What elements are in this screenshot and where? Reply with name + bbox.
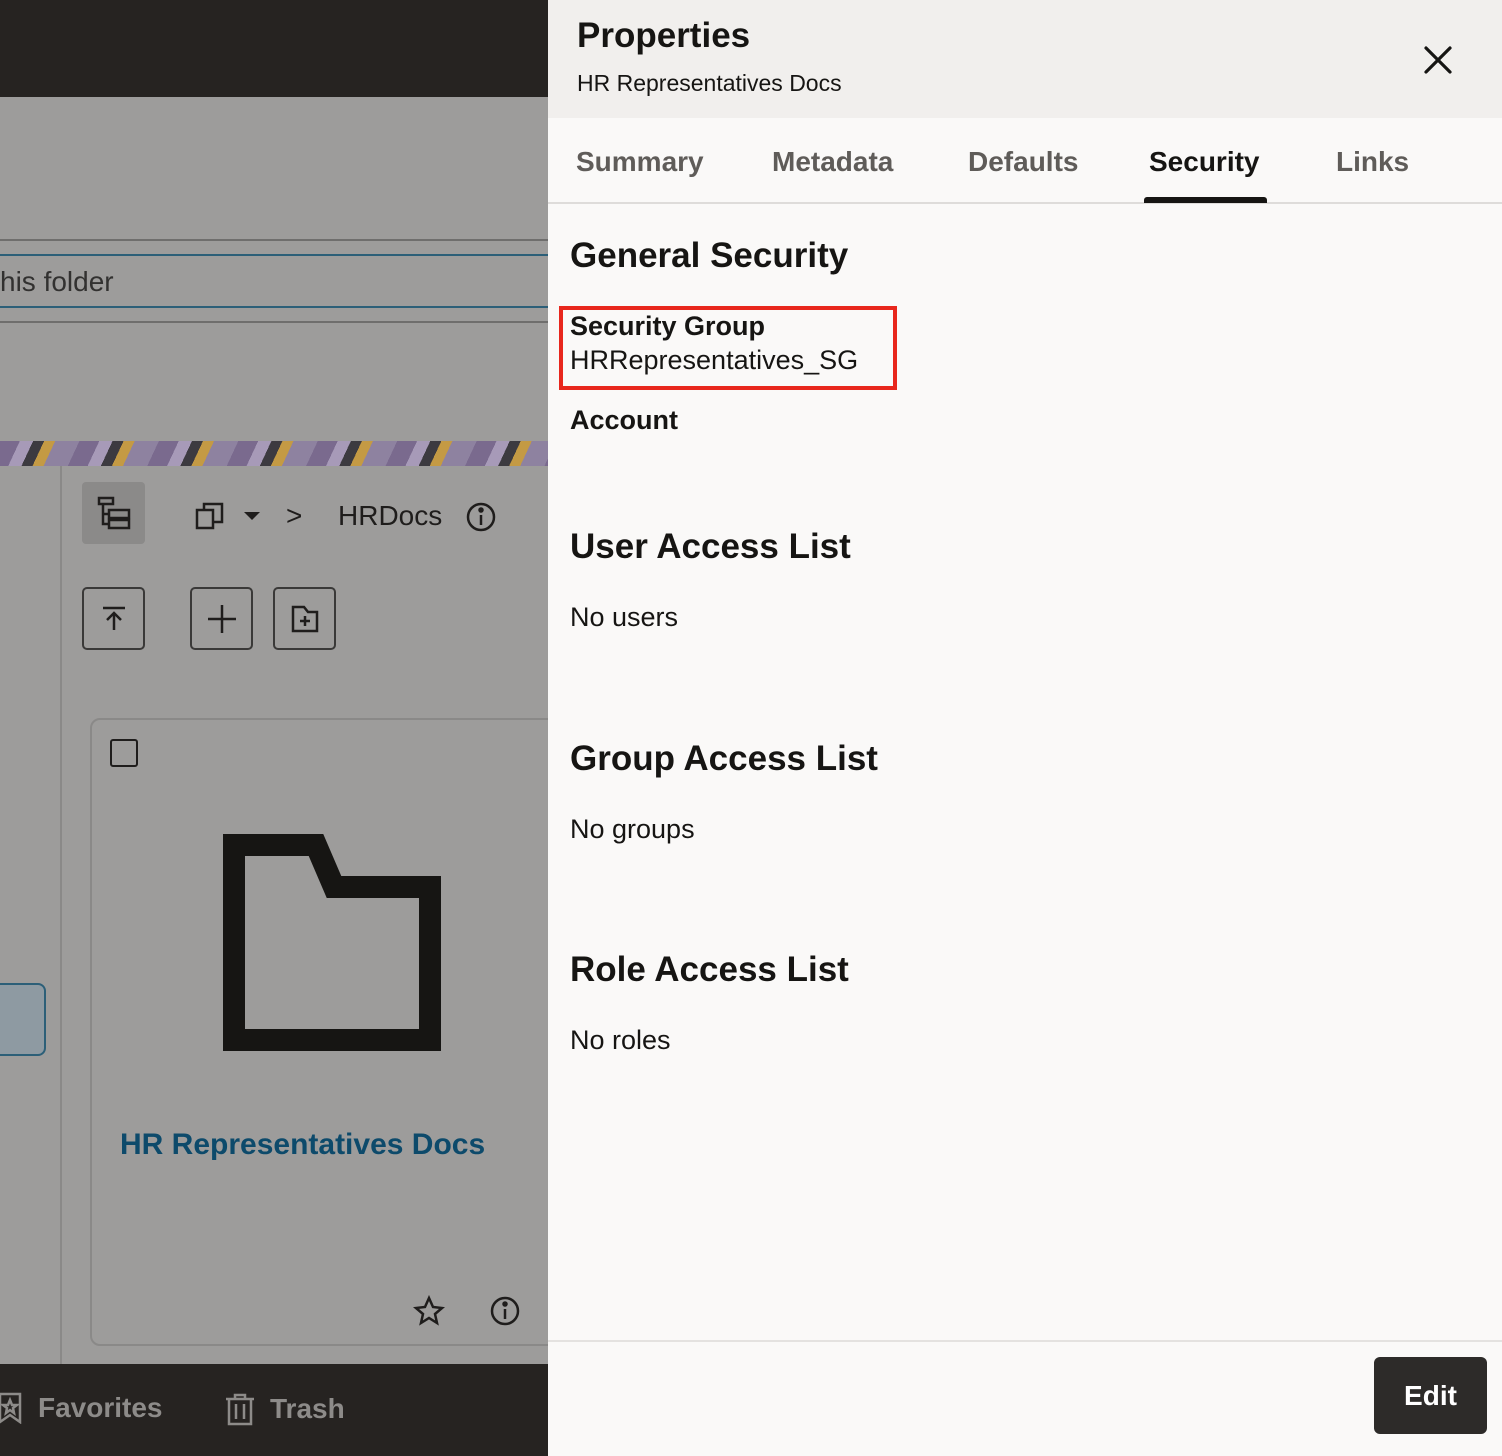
divider — [0, 321, 548, 323]
tree-icon — [97, 496, 130, 530]
side-panel-button[interactable] — [0, 983, 46, 1056]
panel-header: Properties HR Representatives Docs — [548, 0, 1502, 118]
add-button[interactable] — [190, 587, 253, 650]
divider — [0, 239, 548, 241]
user-access-empty: No users — [570, 602, 679, 632]
folder-card-checkbox[interactable] — [110, 739, 138, 767]
tab-metadata[interactable]: Metadata — [772, 146, 893, 178]
copy-icon[interactable] — [192, 498, 228, 534]
active-tab-indicator — [1144, 197, 1267, 203]
decorative-banner — [0, 441, 548, 466]
bottom-nav-trash[interactable]: Trash — [224, 1392, 345, 1426]
security-group-value: HRRepresentatives_SG — [570, 345, 859, 375]
role-access-heading: Role Access List — [570, 950, 849, 989]
panel-subtitle: HR Representatives Docs — [577, 70, 842, 96]
account-label: Account — [570, 405, 678, 435]
info-icon[interactable] — [464, 500, 498, 534]
properties-panel: Properties HR Representatives Docs Summa… — [548, 0, 1502, 1456]
bookmark-star-icon — [0, 1392, 22, 1424]
trash-icon — [226, 1393, 254, 1426]
upload-icon — [102, 606, 125, 630]
security-group-label: Security Group — [570, 311, 766, 341]
star-icon[interactable] — [412, 1294, 446, 1328]
group-access-empty: No groups — [570, 814, 695, 844]
general-security-heading: General Security — [570, 236, 849, 275]
background-app: his folder > HRDocs HR Representatives D… — [0, 0, 548, 1456]
upload-button[interactable] — [82, 587, 145, 650]
tab-security[interactable]: Security — [1149, 146, 1260, 178]
tab-summary[interactable]: Summary — [576, 146, 704, 178]
panel-footer — [548, 1340, 1502, 1456]
app-top-bar — [0, 0, 548, 97]
group-access-heading: Group Access List — [570, 739, 878, 778]
new-folder-button[interactable] — [273, 587, 336, 650]
bottom-nav-favorites[interactable]: Favorites — [0, 1392, 163, 1424]
edit-button[interactable]: Edit — [1374, 1357, 1487, 1434]
bottom-nav-trash-label: Trash — [270, 1393, 345, 1424]
breadcrumb-current[interactable]: HRDocs — [338, 500, 442, 532]
breadcrumb-separator: > — [286, 500, 303, 531]
close-button[interactable] — [1416, 38, 1460, 82]
tab-defaults[interactable]: Defaults — [968, 146, 1078, 178]
bottom-nav-favorites-label: Favorites — [38, 1392, 163, 1423]
folder-icon — [222, 833, 442, 1058]
role-access-empty: No roles — [570, 1025, 671, 1055]
tab-bar: Summary Metadata Defaults Security Links — [548, 118, 1502, 204]
user-access-heading: User Access List — [570, 527, 851, 566]
plus-icon — [207, 604, 236, 633]
tree-view-button[interactable] — [82, 482, 145, 544]
search-input-text: his folder — [0, 266, 114, 297]
info-icon[interactable] — [488, 1294, 522, 1328]
close-icon — [1424, 46, 1452, 74]
tab-links[interactable]: Links — [1336, 146, 1409, 178]
new-folder-icon — [291, 605, 318, 632]
chevron-down-icon[interactable] — [240, 506, 264, 526]
sidebar-divider — [60, 466, 62, 1366]
folder-card-title[interactable]: HR Representatives Docs — [120, 1128, 485, 1162]
panel-title: Properties — [577, 16, 751, 55]
